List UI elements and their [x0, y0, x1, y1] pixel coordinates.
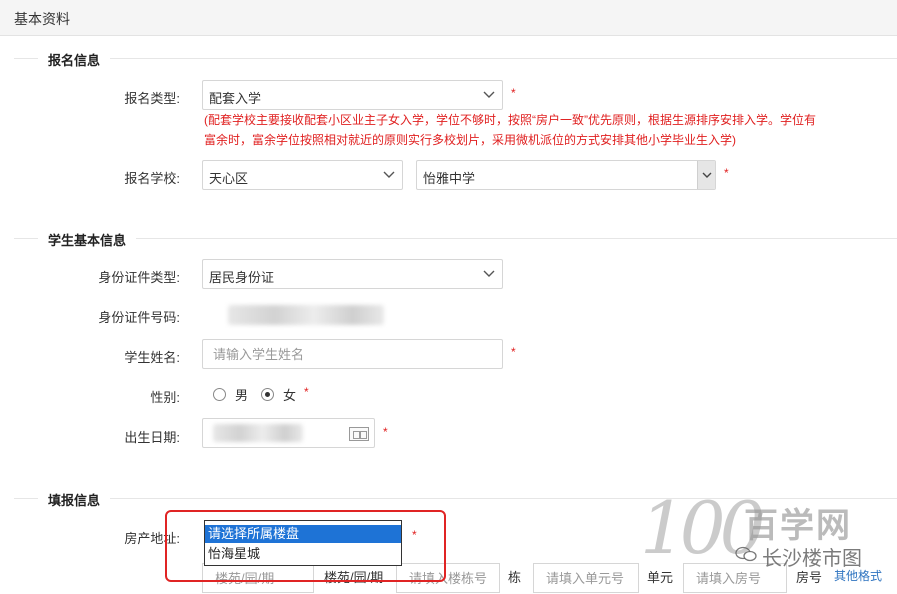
id-type-value: 居民身份证: [209, 270, 275, 285]
district-value: 天心区: [209, 171, 249, 186]
id-number-label: 身份证件号码:: [98, 310, 180, 325]
watermark-account: 长沙楼市图: [762, 548, 862, 570]
watermark-brand: 百学网: [744, 507, 852, 545]
student-name-input[interactable]: [203, 340, 502, 368]
chevron-down-icon: [482, 266, 496, 280]
chevron-down-icon: [482, 87, 496, 101]
id-type-select[interactable]: 居民身份证: [202, 259, 503, 289]
birth-date-field[interactable]: [202, 418, 375, 448]
required-mark: *: [304, 385, 309, 399]
building-suffix: 栋: [508, 570, 522, 585]
wechat-icon: [735, 546, 757, 562]
required-mark: *: [511, 86, 516, 100]
id-number-redacted: [228, 305, 384, 325]
page-title: 基本资料: [14, 11, 70, 27]
gender-label: 性别:: [150, 390, 180, 405]
section-fill-title: 填报信息: [38, 490, 111, 509]
unit-field[interactable]: [533, 563, 639, 593]
birth-date-label: 出生日期:: [124, 430, 180, 445]
gender-male-radio[interactable]: [213, 388, 226, 401]
property-address-label: 房产地址:: [124, 531, 180, 546]
student-name-label: 学生姓名:: [124, 350, 180, 365]
calendar-icon[interactable]: [349, 427, 369, 441]
section-registration: 报名信息: [14, 48, 897, 69]
chevron-down-icon: [697, 161, 715, 189]
gender-female-label: 女: [283, 388, 297, 403]
registration-type-label: 报名类型:: [124, 91, 180, 106]
registration-hint-line1: (配套学校主要接收配套小区业主子女入学，学位不够时，按照“房户一致”优先原则，根…: [204, 113, 816, 127]
unit-input[interactable]: [534, 564, 638, 592]
gender-male-label: 男: [235, 388, 249, 403]
section-registration-title: 报名信息: [38, 50, 111, 69]
id-type-label: 身份证件类型:: [98, 270, 180, 285]
registration-hint-line2: 富余时，富余学位按照相对就近的原则实行多校划片，采用微机派位的方式安排其他小学毕…: [204, 133, 737, 147]
section-student-title: 学生基本信息: [38, 230, 137, 249]
registration-type-select[interactable]: 配套入学: [202, 80, 503, 110]
required-mark: *: [383, 425, 388, 439]
required-mark: *: [724, 166, 729, 180]
section-student: 学生基本信息: [14, 228, 897, 249]
gender-female-radio[interactable]: [261, 388, 274, 401]
student-name-field[interactable]: [202, 339, 503, 369]
registration-type-value: 配套入学: [209, 91, 262, 106]
registration-school-label: 报名学校:: [124, 171, 180, 186]
page-header: 基本资料: [0, 0, 897, 36]
school-value: 怡雅中学: [423, 171, 476, 186]
chevron-down-icon: [382, 167, 396, 181]
district-select[interactable]: 天心区: [202, 160, 403, 190]
highlight-frame: [165, 510, 446, 582]
birth-date-redacted: [213, 424, 303, 442]
required-mark: *: [511, 345, 516, 359]
school-select[interactable]: 怡雅中学: [416, 160, 716, 190]
